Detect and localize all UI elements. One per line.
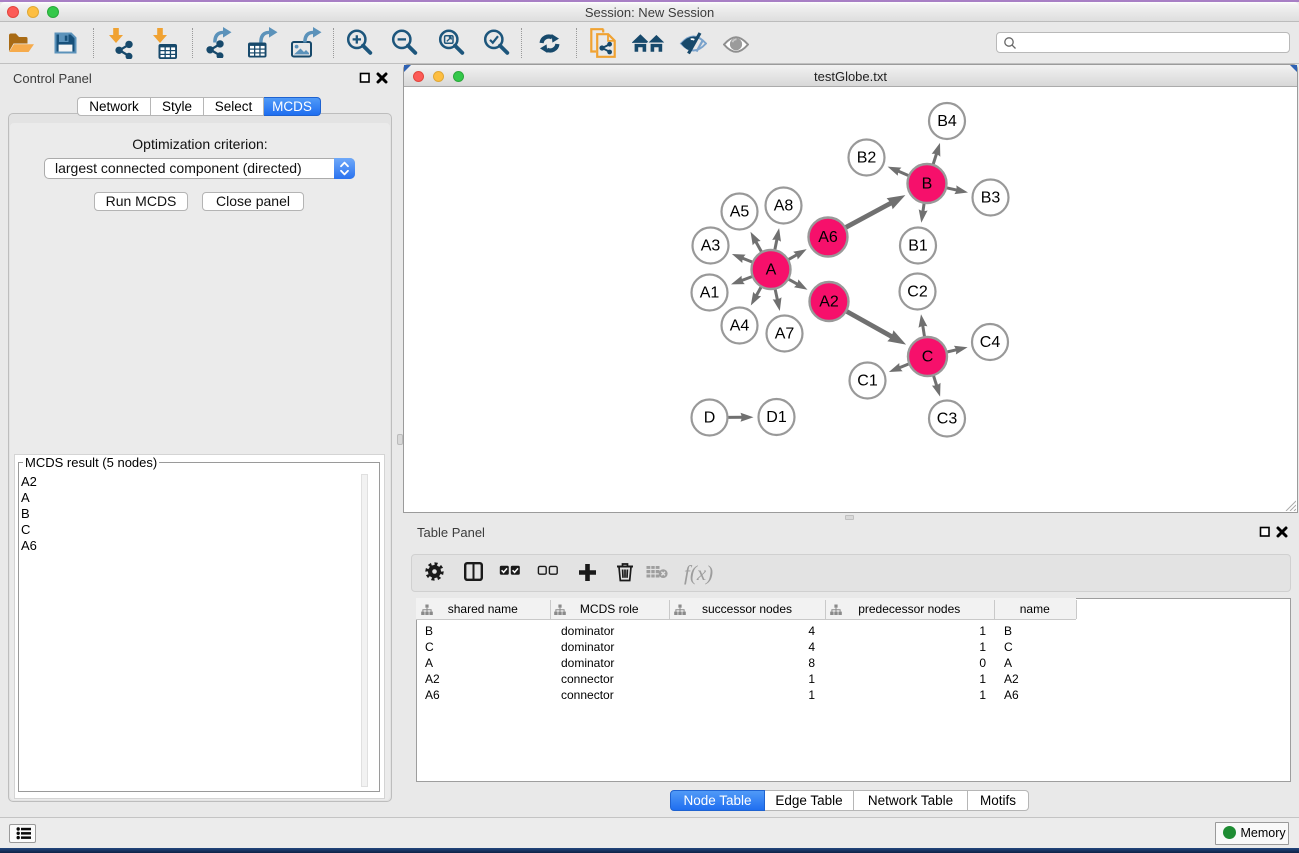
svg-text:C4: C4 xyxy=(980,334,1001,351)
svg-text:B3: B3 xyxy=(981,190,1001,207)
svg-text:B4: B4 xyxy=(937,113,957,130)
svg-text:A7: A7 xyxy=(775,326,795,343)
svg-text:A8: A8 xyxy=(774,198,794,215)
svg-text:B1: B1 xyxy=(908,238,928,255)
svg-text:A1: A1 xyxy=(700,285,720,302)
svg-text:A5: A5 xyxy=(730,204,750,221)
svg-text:C1: C1 xyxy=(857,373,878,390)
svg-text:A4: A4 xyxy=(730,318,750,335)
svg-text:A2: A2 xyxy=(819,294,839,311)
svg-text:C3: C3 xyxy=(937,411,958,428)
svg-text:A: A xyxy=(766,262,777,279)
svg-text:C2: C2 xyxy=(907,284,928,301)
svg-text:A3: A3 xyxy=(701,238,721,255)
svg-text:B: B xyxy=(922,176,933,193)
svg-text:C: C xyxy=(922,349,934,366)
svg-text:D: D xyxy=(704,410,716,427)
svg-text:B2: B2 xyxy=(857,150,877,167)
svg-text:D1: D1 xyxy=(766,409,787,426)
svg-text:A6: A6 xyxy=(818,229,838,246)
